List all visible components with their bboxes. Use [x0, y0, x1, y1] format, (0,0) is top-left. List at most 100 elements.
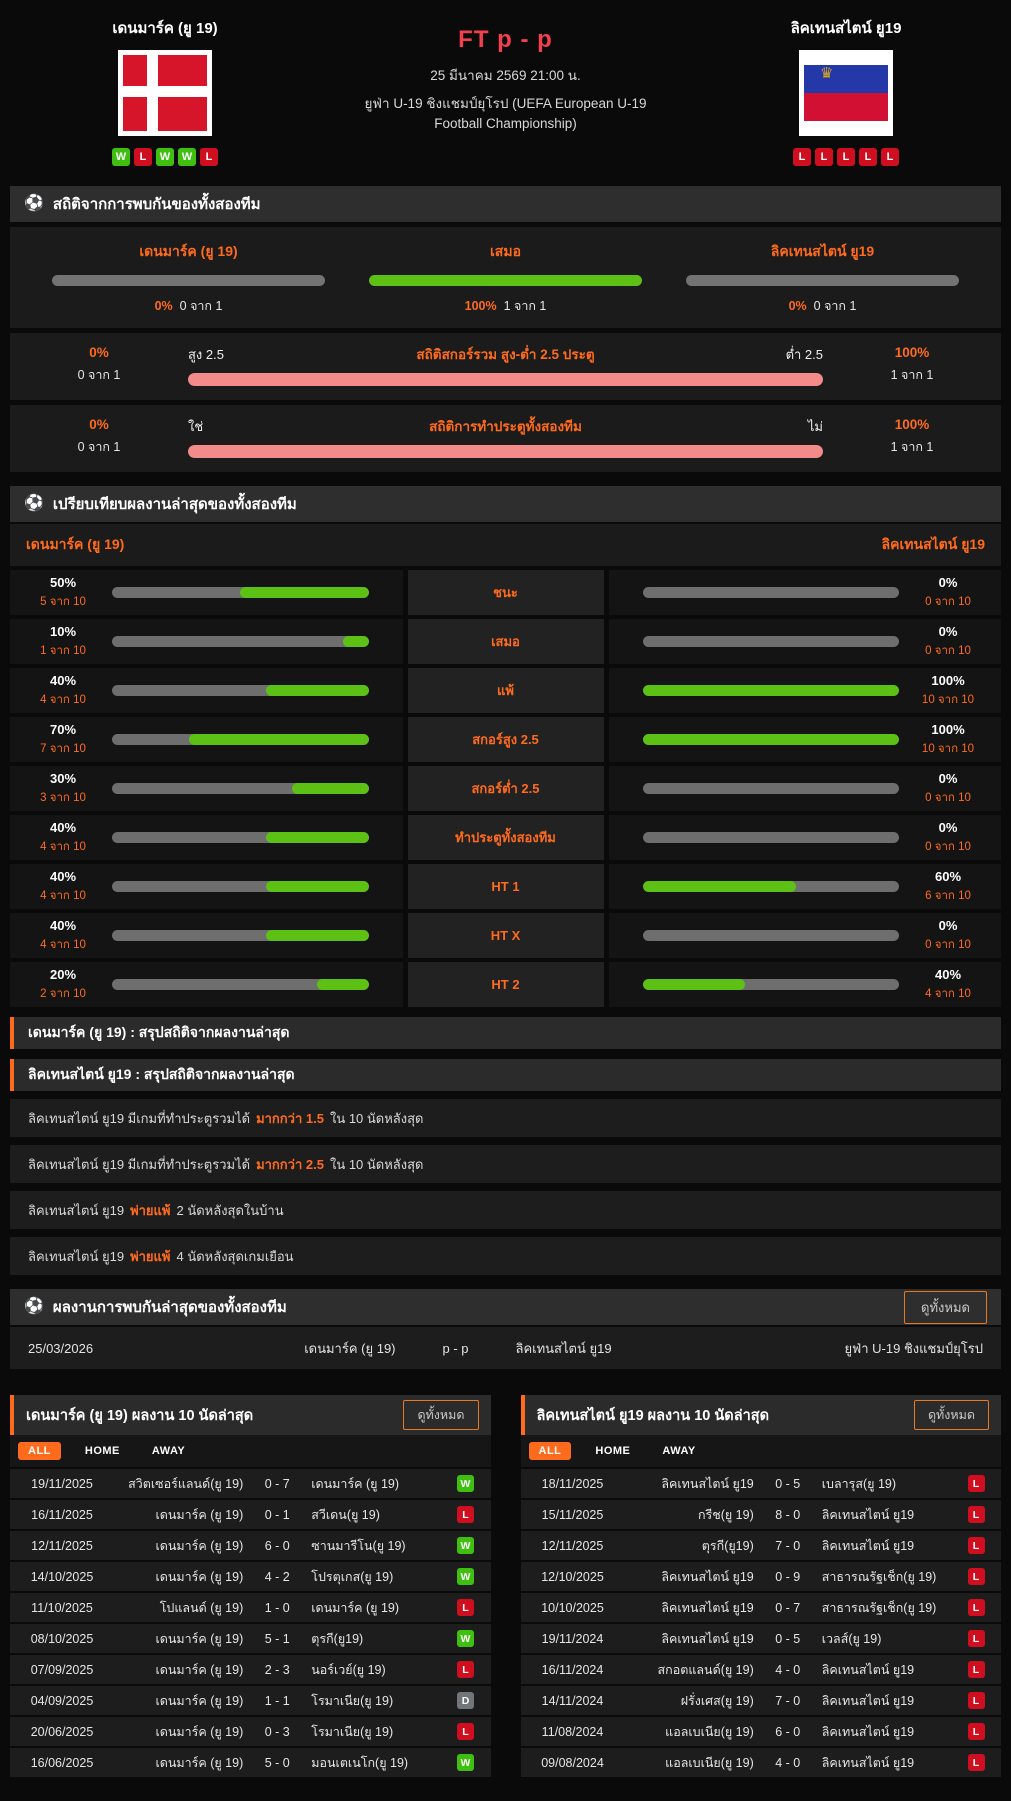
soccer-ball-icon: ⚽ [24, 195, 44, 212]
form-chip: W [156, 148, 174, 166]
h2h-win-draw-win: เดนมาร์ค (ยู 19) 0% 0 จาก 1 เสมอ 100% 1 จา… [10, 227, 1001, 328]
ou-left-pct: 0% [89, 344, 109, 360]
h2h-btts: 0% 0 จาก 1 ใช่ สถิติการทำประตูทั้งสองทีม… [10, 405, 1001, 472]
match-row[interactable]: 04/09/2025 เดนมาร์ค (ยู 19) 1 - 1 โรมาเนีย(… [10, 1686, 491, 1715]
result-badge: W [457, 1630, 474, 1647]
tab-away[interactable]: AWAY [144, 1442, 193, 1460]
compare-title-bar: ⚽ เปรียบเทียบผลงานล่าสุดของทั้งสองทีม [10, 486, 1001, 522]
compare-row-ht1: 40% 4 จาก 10 HT 1 60% 6 จาก 10 [10, 864, 1001, 909]
h2h-results-title-bar: ⚽ ผลงานการพบกันล่าสุดของทั้งสองทีม ดูทั้… [10, 1289, 1001, 1325]
match-row[interactable]: 10/10/2025 ลิคเทนสไตน์ ยู19 0 - 7 สาธารณรัฐ… [520, 1593, 1001, 1622]
btts-no-label: ไม่ [807, 418, 823, 434]
btts-left-count: 0 จาก 1 [77, 439, 121, 454]
tab-all[interactable]: ALL [18, 1442, 61, 1460]
match-info: FT p - p 25 มีนาคม 2569 21:00 น. ยูฟ่า U… [260, 12, 751, 166]
away-team-name: ลิคเทนสไตน์ ยู19 [790, 20, 902, 37]
h2h-draw-count: 1 จาก 1 [503, 299, 547, 313]
away-panel-tabs: ALL HOME AWAY [520, 1435, 1001, 1467]
home-bar [112, 881, 369, 892]
soccer-ball-icon: ⚽ [24, 1298, 44, 1315]
match-row[interactable]: 11/10/2025 โปแลนด์ (ยู 19) 1 - 0 เดนมาร์ค (… [10, 1593, 491, 1622]
match-row[interactable]: 12/10/2025 ลิคเทนสไตน์ ยู19 0 - 9 สาธารณรัฐ… [520, 1562, 1001, 1591]
home-bar [112, 587, 369, 598]
compare-row-label: แพ้ [407, 668, 604, 713]
match-row[interactable]: 07/09/2025 เดนมาร์ค (ยู 19) 2 - 3 นอร์เวย์(… [10, 1655, 491, 1684]
home-bar [112, 783, 369, 794]
match-row[interactable]: 16/06/2025 เดนมาร์ค (ยู 19) 5 - 0 มอนเตเนโก… [10, 1748, 491, 1777]
match-header: เดนมาร์ค (ยู 19) W L W W L FT p - p 25 ม… [10, 0, 1001, 172]
tab-home[interactable]: HOME [77, 1442, 128, 1460]
compare-row-win: 50% 5 จาก 10 ชนะ 0% 0 จาก 10 [10, 570, 1001, 615]
form-chip: L [793, 148, 811, 166]
summary-row: ลิคเทนสไตน์ ยู19 มีเกมที่ทำประตูรวมได้ ม… [10, 1099, 1001, 1137]
result-badge: W [457, 1568, 474, 1585]
result-badge: L [967, 1661, 985, 1678]
h2h-away-bar [686, 275, 959, 286]
result-badge: L [457, 1599, 474, 1616]
form-chip: L [200, 148, 218, 166]
home-panel-title: เดนมาร์ค (ยู 19) ผลงาน 10 นัดล่าสุด [26, 1407, 254, 1424]
ou-bar [188, 373, 823, 386]
ou-under-label: ต่ำ 2.5 [785, 346, 823, 362]
h2h-result-row[interactable]: 25/03/2026 เดนมาร์ค (ยู 19) p - p ลิคเทน… [10, 1327, 1001, 1369]
match-row[interactable]: 11/08/2024 แอลเบเนีย(ยู 19) 6 - 0 ลิคเทนสไต… [520, 1717, 1001, 1746]
match-row[interactable]: 16/11/2025 เดนมาร์ค (ยู 19) 0 - 1 สวีเดน(ยู… [10, 1500, 491, 1529]
result-badge: L [967, 1537, 985, 1554]
crown-icon: ♛ [820, 65, 834, 82]
h2h-over-under: 0% 0 จาก 1 สูง 2.5 สถิติสกอร์รวม สูง-ต่ำ… [10, 333, 1001, 400]
summary-row: ลิคเทนสไตน์ ยู19 พ่ายแพ้ 2 นัดหลังสุดในบ… [10, 1191, 1001, 1229]
match-row[interactable]: 19/11/2024 ลิคเทนสไตน์ ยู19 0 - 5 เวลส์(ยู … [520, 1624, 1001, 1653]
result-badge: W [457, 1754, 474, 1771]
away-bar [642, 832, 899, 843]
btts-right-count: 1 จาก 1 [890, 439, 934, 454]
away-bar [642, 636, 899, 647]
compare-row-draw: 10% 1 จาก 10 เสมอ 0% 0 จาก 10 [10, 619, 1001, 664]
match-status-score: FT p - p [458, 26, 553, 53]
match-row[interactable]: 14/11/2024 ฝรั่งเศส(ยู 19) 7 - 0 ลิคเทนสไตน… [520, 1686, 1001, 1715]
tab-home[interactable]: HOME [587, 1442, 638, 1460]
away-bar [642, 979, 899, 990]
compare-home-name: เดนมาร์ค (ยู 19) [26, 536, 125, 552]
away-bar [642, 783, 899, 794]
result-badge: L [967, 1692, 985, 1709]
h2h-away-pct: 0% [788, 299, 807, 313]
match-row[interactable]: 20/06/2025 เดนมาร์ค (ยู 19) 0 - 3 โรมาเนีย(… [10, 1717, 491, 1746]
result-badge: L [457, 1723, 474, 1740]
ou-left-count: 0 จาก 1 [77, 367, 121, 382]
match-date: 25/03/2026 [28, 1340, 94, 1356]
compare-row-under25: 30% 3 จาก 10 สกอร์ต่ำ 2.5 0% 0 จาก 10 [10, 766, 1001, 811]
match-row[interactable]: 15/11/2025 กรีช(ยู 19) 8 - 0 ลิคเทนสไตน์ ยู… [520, 1500, 1001, 1529]
tab-all[interactable]: ALL [528, 1442, 572, 1460]
compare-row-lose: 40% 4 จาก 10 แพ้ 100% 10 จาก 10 [10, 668, 1001, 713]
match-row[interactable]: 16/11/2024 สกอตแลนด์(ยู 19) 4 - 0 ลิคเทนสไต… [520, 1655, 1001, 1684]
match-row[interactable]: 19/11/2025 สวิตเซอร์แลนด์(ยู 19) 0 - 7 เดนม… [10, 1469, 491, 1498]
h2h-home-bar [52, 275, 325, 286]
match-row[interactable]: 14/10/2025 เดนมาร์ค (ยู 19) 4 - 2 โปรตุเกส(… [10, 1562, 491, 1591]
form-chip: L [815, 148, 833, 166]
soccer-ball-icon: ⚽ [24, 495, 44, 512]
match-row[interactable]: 12/11/2025 เดนมาร์ค (ยู 19) 6 - 0 ซานมารีโน… [10, 1531, 491, 1560]
h2h-away-label: ลิคเทนสไตน์ ยู19 [770, 243, 875, 259]
h2h-away-count: 0 จาก 1 [813, 299, 857, 313]
ou-right-count: 1 จาก 1 [890, 367, 934, 382]
match-row[interactable]: 18/11/2025 ลิคเทนสไตน์ ยู19 0 - 5 เบลารุส(ย… [520, 1469, 1001, 1498]
competition: ยูฟ่า U-19 ชิงแชมป์ยุโรป [844, 1340, 983, 1356]
tab-away[interactable]: AWAY [654, 1442, 703, 1460]
result-badge: L [967, 1568, 985, 1585]
ou-title: สถิติสกอร์รวม สูง-ต่ำ 2.5 ประตู [416, 347, 595, 362]
compare-row-htx: 40% 4 จาก 10 HT X 0% 0 จาก 10 [10, 913, 1001, 958]
result-badge: W [457, 1475, 474, 1492]
home-bar [112, 979, 369, 990]
btts-title: สถิติการทำประตูทั้งสองทีม [429, 419, 582, 434]
ou-over-label: สูง 2.5 [188, 346, 224, 362]
match-row[interactable]: 08/10/2025 เดนมาร์ค (ยู 19) 5 - 1 ตุรกี(ยู1… [10, 1624, 491, 1653]
form-chip: W [112, 148, 130, 166]
h2h-stats-title-bar: ⚽ สถิติจากการพบกันของทั้งสองทีม [10, 186, 1001, 222]
view-all-button[interactable]: ดูทั้งหมด [904, 1290, 987, 1324]
view-all-button[interactable]: ดูทั้งหมด [403, 1400, 479, 1430]
match-row[interactable]: 09/08/2024 แอลเบเนีย(ยู 19) 4 - 0 ลิคเทนสไต… [520, 1748, 1001, 1777]
match-row[interactable]: 12/11/2025 ตุรกี(ยู19) 7 - 0 ลิคเทนสไตน์ ยู… [520, 1531, 1001, 1560]
result-badge: L [967, 1506, 985, 1523]
view-all-button[interactable]: ดูทั้งหมด [913, 1400, 989, 1430]
home-bar [112, 734, 369, 745]
